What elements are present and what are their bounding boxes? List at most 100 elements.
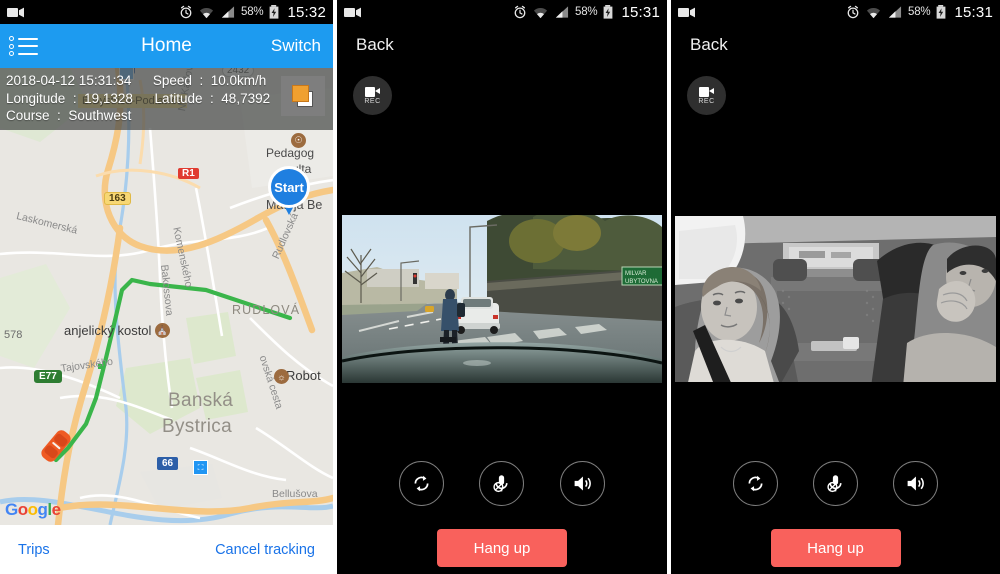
info-course-value: Southwest — [68, 108, 132, 123]
start-marker[interactable]: Start — [268, 166, 310, 216]
hangup-button[interactable]: Hang up — [437, 529, 567, 567]
switch-camera-button[interactable] — [398, 461, 444, 506]
speaker-button[interactable] — [560, 461, 606, 506]
info-longitude-value: 19,1328 — [84, 90, 133, 106]
switch-button[interactable]: Switch — [271, 36, 321, 56]
bottom-action-bar: Trips Cancel tracking — [0, 525, 333, 574]
microphone-muted-icon — [493, 475, 509, 493]
cellular-signal-icon — [220, 5, 235, 19]
transit-icon: ⛶ — [193, 460, 208, 475]
alarm-clock-icon — [846, 5, 860, 19]
map-label-anjelicky-kostol: anjelický kostol — [64, 323, 152, 338]
poi-icon-church: ⛪ — [155, 323, 170, 338]
battery-charging-icon — [269, 5, 279, 19]
google-watermark: Google — [5, 500, 61, 519]
video-camera-icon — [699, 86, 714, 97]
panel-tracking: 58% 15:32 Home Switch Pedagog ulta Be La… — [0, 0, 333, 574]
map-label-578: 578 — [4, 329, 23, 341]
google-map[interactable]: B.Bystrica-Podlavice Na Karlove Pedagog … — [0, 68, 333, 525]
poi-icon-robot: ☼ — [274, 369, 289, 384]
wifi-icon — [866, 6, 881, 19]
panel-interior-camera-call: 58% 15:31 Back REC Hang up — [671, 0, 1000, 574]
record-button-label: REC — [698, 97, 715, 105]
list-menu-icon — [9, 36, 39, 56]
video-camera-icon — [7, 7, 24, 18]
map-shield-163: 163 — [104, 192, 131, 205]
svg-text:MILVAR: MILVAR — [625, 271, 647, 277]
front-dashcam-video[interactable]: MILVAR UBYTOVNA — [337, 211, 667, 387]
hangup-container: Hang up — [671, 529, 1000, 567]
svg-text:UBYTOVNA: UBYTOVNA — [625, 279, 658, 285]
map-layers-icon — [290, 84, 316, 108]
map-shield-66: 66 — [157, 457, 179, 470]
app-bar: Home Switch — [0, 24, 333, 68]
map-shield-e77: E77 — [34, 370, 62, 383]
interior-cabin-video[interactable] — [671, 211, 1000, 387]
speaker-button[interactable] — [893, 461, 939, 506]
hangup-button[interactable]: Hang up — [770, 529, 901, 567]
video-camera-icon — [344, 7, 361, 18]
panel-front-camera-call: 58% 15:31 Back REC MILVAR UBYTOVNA Hang … — [337, 0, 667, 574]
trips-button[interactable]: Trips — [18, 542, 50, 558]
cabin-scene — [671, 211, 1000, 387]
wifi-icon — [199, 6, 214, 19]
info-longitude-label: Longitude — [6, 90, 66, 106]
battery-percent: 58% — [575, 6, 598, 18]
map-area[interactable]: B.Bystrica-Podlavice Na Karlove Pedagog … — [0, 68, 333, 525]
speaker-on-icon — [574, 476, 591, 491]
call-controls — [337, 461, 667, 506]
switch-camera-icon — [748, 475, 763, 492]
speaker-on-icon — [907, 476, 925, 491]
battery-percent: 58% — [908, 6, 931, 18]
map-layers-button[interactable] — [281, 76, 325, 116]
poi-icon-pedagog: ☉ — [291, 133, 306, 148]
hangup-container: Hang up — [337, 529, 667, 567]
car-marker-icon[interactable] — [36, 426, 72, 462]
status-clock: 15:31 — [954, 3, 993, 21]
map-label-bystrica: Bystrica — [162, 416, 232, 437]
status-bar: 58% 15:31 — [671, 0, 1000, 24]
alarm-clock-icon — [513, 5, 527, 19]
call-screen: Back REC — [337, 24, 667, 574]
map-shield-r1: R1 — [178, 168, 199, 179]
mute-microphone-button[interactable] — [479, 461, 525, 506]
call-screen: Back REC — [671, 24, 1000, 574]
status-bar: 58% 15:31 — [337, 0, 667, 24]
battery-percent: 58% — [241, 6, 264, 18]
switch-camera-icon — [414, 475, 429, 492]
mute-microphone-button[interactable] — [812, 461, 858, 506]
status-clock: 15:32 — [287, 3, 326, 21]
battery-charging-icon — [936, 5, 946, 19]
switch-camera-button[interactable] — [732, 461, 778, 506]
dashcam-scene: MILVAR UBYTOVNA — [337, 211, 667, 387]
microphone-muted-icon — [827, 475, 842, 493]
cellular-signal-icon — [554, 5, 569, 19]
status-clock: 15:31 — [621, 3, 660, 21]
info-latitude-label: Latitude — [154, 90, 203, 106]
battery-charging-icon — [603, 5, 613, 19]
start-marker-label: Start — [268, 166, 310, 208]
info-latitude-value: 48,7392 — [221, 90, 271, 106]
alarm-clock-icon — [179, 5, 193, 19]
map-label-rudlova: RUDLOVÁ — [232, 303, 301, 317]
info-speed-value: 10.0km/h — [210, 73, 267, 88]
info-speed-label: Speed — [152, 73, 192, 88]
info-course-label: Course — [6, 108, 50, 123]
menu-button[interactable] — [0, 24, 48, 68]
three-panel-screenshot: 58% 15:32 Home Switch Pedagog ulta Be La… — [0, 0, 1000, 574]
call-controls — [671, 461, 1000, 506]
info-datetime: 2018-04-12 15:31:34 — [6, 73, 132, 88]
map-label-robot: Robot — [286, 368, 321, 383]
video-camera-icon — [365, 86, 380, 97]
cancel-tracking-button[interactable]: Cancel tracking — [215, 542, 315, 558]
map-label-bellusova-2: Bellušova — [272, 488, 318, 500]
record-button-label: REC — [364, 97, 381, 105]
map-label-banska: Banská — [168, 390, 234, 411]
video-camera-icon — [678, 7, 695, 18]
back-button[interactable]: Back — [690, 35, 728, 55]
record-button[interactable]: REC — [353, 76, 392, 115]
status-bar: 58% 15:32 — [0, 0, 333, 24]
back-button[interactable]: Back — [356, 35, 394, 55]
record-button[interactable]: REC — [687, 76, 726, 115]
cellular-signal-icon — [887, 5, 902, 19]
